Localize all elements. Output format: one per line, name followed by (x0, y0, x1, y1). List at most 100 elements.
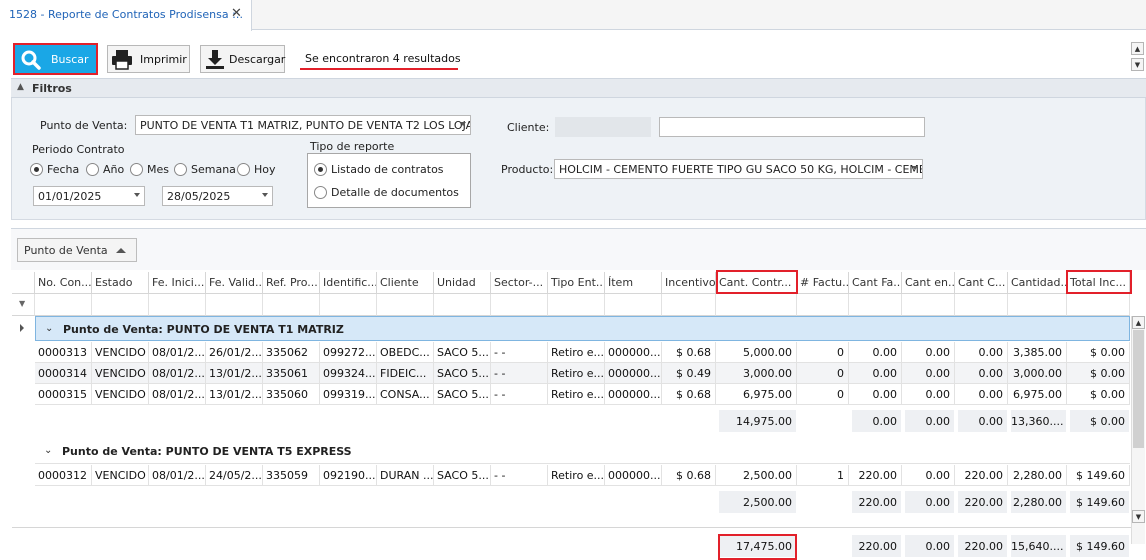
table-cell[interactable]: Retiro e... (548, 363, 605, 384)
group-row[interactable]: ⌄ Punto de Venta: PUNTO DE VENTA T5 EXPRE… (35, 439, 1130, 464)
table-cell[interactable]: 099319... (320, 384, 377, 405)
column-filter-cell[interactable] (491, 294, 548, 316)
table-cell[interactable]: 220.00 (849, 465, 902, 486)
column-filter-cell[interactable] (662, 294, 716, 316)
table-cell[interactable]: 092190... (320, 465, 377, 486)
table-cell[interactable]: 08/01/2... (149, 384, 206, 405)
table-cell[interactable]: 0000315 (35, 384, 92, 405)
column-filter-cell[interactable] (849, 294, 902, 316)
column-header[interactable]: Cant Fa... (849, 272, 902, 294)
table-cell[interactable]: CONSA... (377, 384, 434, 405)
filter-icon[interactable]: ▼ (19, 299, 25, 308)
table-cell[interactable]: 0 (797, 363, 849, 384)
table-cell[interactable]: Retiro e... (548, 384, 605, 405)
table-cell[interactable]: 24/05/2... (206, 465, 263, 486)
column-filter-cell[interactable] (377, 294, 434, 316)
table-cell[interactable]: $ 0.68 (662, 384, 716, 405)
table-cell[interactable]: VENCIDO (92, 384, 149, 405)
column-header[interactable]: Tipo Ent... (548, 272, 605, 294)
table-cell[interactable]: 335062 (263, 342, 320, 363)
table-cell[interactable]: 2,500.00 (716, 465, 797, 486)
table-cell[interactable]: 0000312 (35, 465, 92, 486)
column-filter-cell[interactable] (206, 294, 263, 316)
table-cell[interactable]: 5,000.00 (716, 342, 797, 363)
column-header[interactable]: Ítem (605, 272, 662, 294)
table-cell[interactable]: 335061 (263, 363, 320, 384)
table-cell[interactable]: VENCIDO (92, 465, 149, 486)
table-cell[interactable]: SACO 5... (434, 342, 491, 363)
column-filter-cell[interactable] (92, 294, 149, 316)
column-filter-cell[interactable] (320, 294, 377, 316)
table-cell[interactable]: 26/01/2... (206, 342, 263, 363)
table-cell[interactable]: - - (491, 363, 548, 384)
table-cell[interactable]: SACO 5... (434, 363, 491, 384)
fecha-desde-picker[interactable]: 01/01/2025 (33, 186, 145, 206)
table-cell[interactable]: 099324... (320, 363, 377, 384)
column-filter-cell[interactable] (263, 294, 320, 316)
table-cell[interactable]: 3,000.00 (1008, 363, 1067, 384)
table-cell[interactable]: 0.00 (849, 363, 902, 384)
tab-reporte-contratos[interactable]: 1528 - Reporte de Contratos Prodisensa :… (0, 0, 252, 31)
column-filter-cell[interactable] (605, 294, 662, 316)
table-cell[interactable]: $ 0.49 (662, 363, 716, 384)
table-cell[interactable]: FIDEIC... (377, 363, 434, 384)
table-cell[interactable]: - - (491, 384, 548, 405)
table-cell[interactable]: $ 0.00 (1067, 342, 1130, 363)
grid-scrollbar[interactable]: ▲ ▼ (1131, 316, 1145, 544)
table-cell[interactable]: 0 (797, 384, 849, 405)
table-cell[interactable]: 0.00 (955, 363, 1008, 384)
column-header[interactable]: Unidad (434, 272, 491, 294)
group-chip-punto-venta[interactable]: Punto de Venta (17, 238, 137, 262)
table-cell[interactable]: SACO 5... (434, 465, 491, 486)
column-filter-cell[interactable] (149, 294, 206, 316)
column-filter-cell[interactable] (35, 294, 92, 316)
table-cell[interactable]: SACO 5... (434, 384, 491, 405)
column-filter-cell[interactable] (955, 294, 1008, 316)
table-cell[interactable]: $ 149.60 (1067, 465, 1130, 486)
table-cell[interactable]: 0.00 (902, 384, 955, 405)
filters-header[interactable]: ▲ Filtros (11, 78, 1146, 98)
column-filter-cell[interactable] (548, 294, 605, 316)
table-cell[interactable]: $ 0.68 (662, 342, 716, 363)
scroll-up-icon[interactable]: ▲ (1131, 42, 1144, 55)
column-header[interactable]: Fe. Valid... (206, 272, 263, 294)
table-cell[interactable]: - - (491, 465, 548, 486)
table-cell[interactable]: 08/01/2... (149, 342, 206, 363)
table-cell[interactable]: 08/01/2... (149, 363, 206, 384)
table-cell[interactable]: 3,000.00 (716, 363, 797, 384)
group-row[interactable]: ⌄ Punto de Venta: PUNTO DE VENTA T1 MATRI… (35, 316, 1130, 341)
column-header[interactable]: Sector-... (491, 272, 548, 294)
radio-anio[interactable] (86, 163, 99, 176)
table-cell[interactable]: 13/01/2... (206, 363, 263, 384)
column-filter-cell[interactable] (1067, 294, 1130, 316)
column-header[interactable]: Cliente (377, 272, 434, 294)
table-cell[interactable]: $ 0.00 (1067, 384, 1130, 405)
table-cell[interactable]: 3,385.00 (1008, 342, 1067, 363)
column-filter-cell[interactable] (434, 294, 491, 316)
table-cell[interactable]: 08/01/2... (149, 465, 206, 486)
fecha-hasta-picker[interactable]: 28/05/2025 (162, 186, 273, 206)
column-header[interactable]: Cant en... (902, 272, 955, 294)
table-cell[interactable]: 13/01/2... (206, 384, 263, 405)
cliente-code-field[interactable] (555, 117, 651, 137)
table-cell[interactable]: Retiro e... (548, 342, 605, 363)
imprimir-button[interactable]: Imprimir (107, 45, 190, 73)
column-header[interactable]: Cant C... (955, 272, 1008, 294)
column-filter-cell[interactable] (716, 294, 797, 316)
table-cell[interactable]: 000000... (605, 342, 662, 363)
column-header[interactable]: Identific... (320, 272, 377, 294)
cliente-name-field[interactable] (659, 117, 925, 137)
column-header[interactable]: Fe. Inici... (149, 272, 206, 294)
close-icon[interactable]: ✕ (231, 6, 242, 21)
radio-detalle[interactable] (314, 186, 327, 199)
column-filter-cell[interactable] (797, 294, 849, 316)
producto-combo[interactable]: HOLCIM - CEMENTO FUERTE TIPO GU SACO 50 … (554, 159, 923, 179)
radio-mes[interactable] (130, 163, 143, 176)
table-cell[interactable]: 0000314 (35, 363, 92, 384)
table-cell[interactable]: 000000... (605, 465, 662, 486)
radio-fecha[interactable] (30, 163, 43, 176)
chevron-down-icon[interactable]: ⌄ (45, 323, 53, 334)
table-cell[interactable]: 0000313 (35, 342, 92, 363)
table-cell[interactable]: 099272... (320, 342, 377, 363)
table-cell[interactable]: - - (491, 342, 548, 363)
